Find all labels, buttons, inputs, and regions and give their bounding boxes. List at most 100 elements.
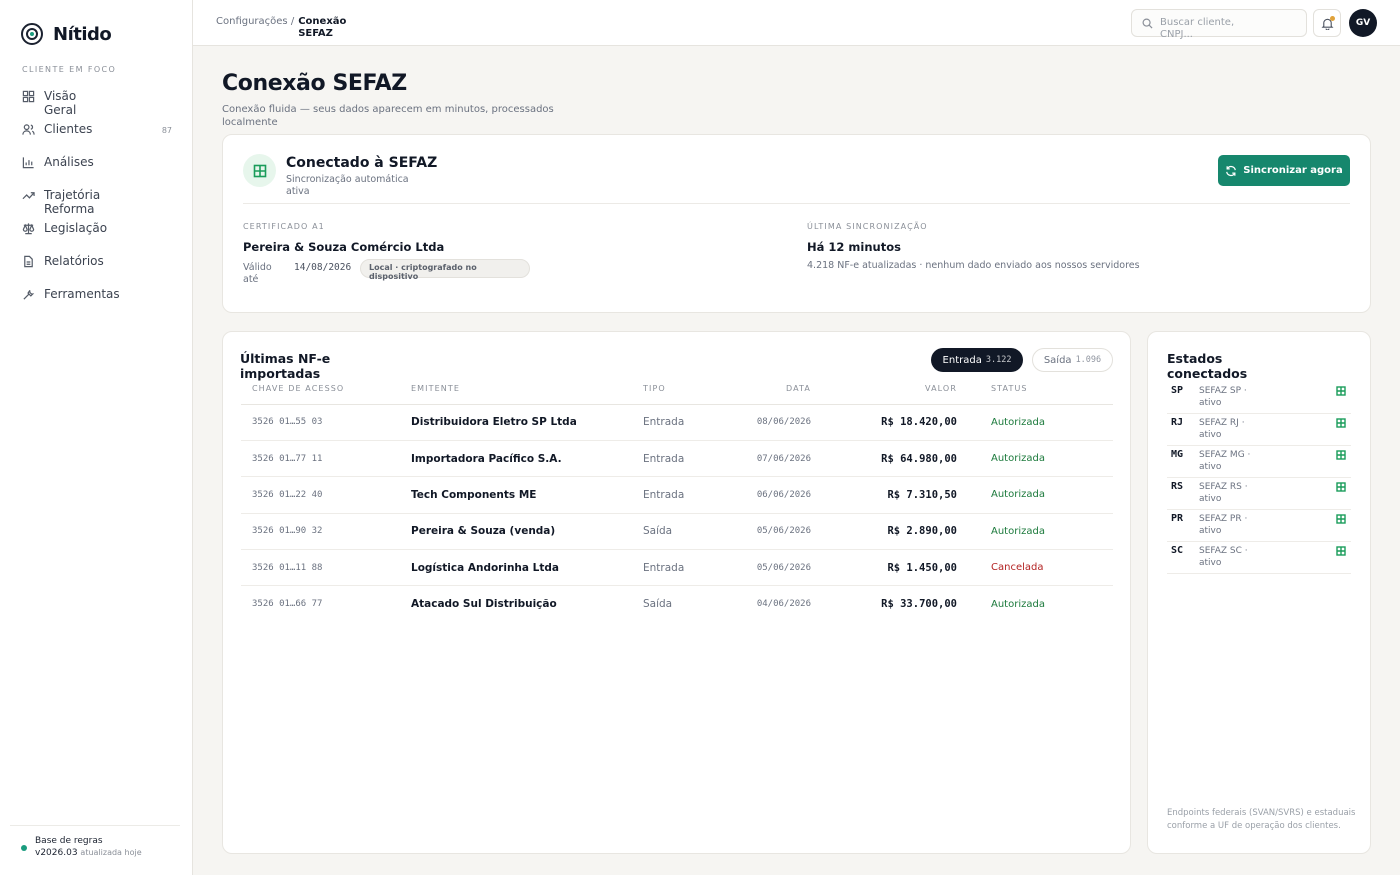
valid-until-date: 14/08/2026 <box>294 262 352 273</box>
sidebar: Nítido CLIENTE EM FOCO Visão Geral Clien… <box>0 0 193 875</box>
tab-entrada[interactable]: Entrada 3.122 <box>931 348 1023 372</box>
sidebar-item-analises[interactable]: Análises <box>22 155 172 169</box>
column-header[interactable]: STATUS <box>968 378 1113 405</box>
type-cell: Entrada <box>632 476 742 514</box>
table-row[interactable]: 3526 01…90 32 Pereira & Souza (venda) Saíd… <box>241 513 1113 551</box>
column-header[interactable]: EMITENTE <box>400 378 632 405</box>
sidebar-item-visao-geral[interactable]: Visão Geral <box>22 89 172 117</box>
sidebar-item-label: Relatórios <box>44 254 104 268</box>
table-header-row: CHAVE DE ACESSO EMITENTE TIPO DATA VALOR… <box>241 378 1113 405</box>
status-cell: Autorizada <box>968 404 1113 441</box>
bar-chart-icon <box>22 157 34 169</box>
sync-now-button[interactable]: Sincronizar agora <box>1218 155 1350 186</box>
sidebar-item-trajetoria-reforma[interactable]: Trajetória Reforma <box>22 188 172 216</box>
states-footnote: Endpoints federais (SVAN/SVRS) e estadua… <box>1167 808 1356 831</box>
user-avatar[interactable]: GV <box>1349 9 1377 37</box>
page-title: Conexão SEFAZ <box>222 71 407 96</box>
connected-grid-icon <box>1336 418 1346 428</box>
type-cell: Entrada <box>632 549 742 587</box>
app-logo[interactable]: Nítido <box>21 23 112 45</box>
search-box[interactable]: Buscar cliente, CNPJ... <box>1131 9 1307 40</box>
sefaz-connection-card: Conectado à SEFAZ Sincronização automáti… <box>222 134 1371 313</box>
connected-grid-icon <box>253 164 266 177</box>
value-cell: R$ 7.310,50 <box>822 476 968 514</box>
state-row: RJ SEFAZ RJ · ativo <box>1167 414 1351 446</box>
access-key-cell: 3526 01…55 03 <box>241 404 400 441</box>
states-card-title: Estados conectados <box>1167 351 1248 381</box>
table-row[interactable]: 3526 01…66 77 Atacado Sul Distribuição Saí… <box>241 586 1113 622</box>
state-name: SEFAZ RJ · ativo <box>1199 418 1245 440</box>
last-sync-value: Há 12 minutos <box>807 240 901 254</box>
connected-states-card: Estados conectados SP SEFAZ SP · ativo RJ S… <box>1147 331 1371 854</box>
page-subtitle: Conexão fluida — seus dados aparecem em … <box>222 104 554 128</box>
nfe-card-title: Últimas NF-e importadas <box>240 351 331 381</box>
connected-badge <box>243 154 276 187</box>
date-cell: 07/06/2026 <box>742 440 822 478</box>
column-header[interactable]: CHAVE DE ACESSO <box>241 378 400 405</box>
state-name: SEFAZ SP · ativo <box>1199 386 1247 408</box>
certificate-label: CERTIFICADO A1 <box>243 222 325 231</box>
access-key-cell: 3526 01…77 11 <box>241 440 400 478</box>
type-cell: Entrada <box>632 440 742 478</box>
connection-subtitle: Sincronização automática ativa <box>286 174 409 197</box>
valid-until-label: Válido até <box>243 262 272 285</box>
last-sync-label: ÚLTIMA SINCRONIZAÇÃO <box>807 222 928 231</box>
value-cell: R$ 33.700,00 <box>881 598 957 611</box>
table-row[interactable]: 3526 01…22 40 Tech Components ME Entrada 06… <box>241 476 1113 514</box>
breadcrumb-current: Conexão SEFAZ <box>298 16 347 39</box>
wrench-icon <box>23 289 35 300</box>
state-row: MG SEFAZ MG · ativo <box>1167 446 1351 478</box>
state-row: PR SEFAZ PR · ativo <box>1167 510 1351 542</box>
breadcrumb: Configurações / Conexão SEFAZ <box>216 16 348 40</box>
emitter-cell: Atacado Sul Distribuição <box>411 598 557 611</box>
type-cell: Saída <box>632 513 742 551</box>
sidebar-item-label: Análises <box>44 155 94 169</box>
sidebar-item-legislacao[interactable]: Legislação <box>22 221 172 235</box>
breadcrumb-parent[interactable]: Configurações / <box>216 16 294 40</box>
grid-icon <box>22 90 35 103</box>
file-icon <box>24 255 33 268</box>
state-code: RJ <box>1171 417 1184 428</box>
state-code: MG <box>1171 449 1184 460</box>
sidebar-item-ferramentas[interactable]: Ferramentas <box>22 287 172 301</box>
date-cell: 06/06/2026 <box>742 476 822 514</box>
access-key-cell: 3526 01…22 40 <box>241 476 400 514</box>
column-header[interactable]: TIPO <box>632 378 742 405</box>
emitter-cell: Distribuidora Eletro SP Ltda <box>400 404 632 441</box>
rules-version-status: Base de regras v2026.03 atualizada hoje <box>10 825 180 858</box>
logo-icon <box>21 23 43 45</box>
state-name: SEFAZ PR · ativo <box>1199 514 1248 536</box>
sidebar-item-relatorios[interactable]: Relatórios <box>22 254 172 268</box>
search-placeholder: Buscar cliente, CNPJ... <box>1160 17 1235 40</box>
sidebar-item-label: Trajetória Reforma <box>44 188 101 216</box>
nfe-table: CHAVE DE ACESSO EMITENTE TIPO DATA VALOR… <box>241 378 1113 622</box>
value-cell: R$ 64.980,00 <box>822 440 968 478</box>
state-name: SEFAZ SC · ativo <box>1199 546 1248 568</box>
status-cell: Autorizada <box>968 513 1113 551</box>
column-header[interactable]: VALOR <box>822 378 968 405</box>
status-cell: Autorizada <box>968 476 1113 514</box>
state-code: SC <box>1171 545 1184 556</box>
state-code: PR <box>1171 513 1184 524</box>
sidebar-item-label: Ferramentas <box>44 287 120 301</box>
rules-update-status: atualizada hoje <box>80 848 142 857</box>
table-row[interactable]: 3526 01…77 11 Importadora Pacífico S.A. En… <box>241 440 1113 478</box>
trend-icon <box>22 192 35 200</box>
status-cell: Autorizada <box>968 440 1113 478</box>
sidebar-item-clientes[interactable]: Clientes 87 <box>22 122 172 136</box>
table-row[interactable]: 3526 01…11 88 Logística Andorinha Ltda Ent… <box>241 549 1113 587</box>
sidebar-item-label: Visão Geral <box>44 89 77 117</box>
column-header[interactable]: DATA <box>742 378 822 405</box>
access-key-cell: 3526 01…66 77 <box>252 599 323 610</box>
type-cell: Entrada <box>632 404 742 441</box>
last-sync-meta: 4.218 NF-e atualizadas · nenhum dado env… <box>807 260 1140 271</box>
notifications-button[interactable] <box>1313 9 1341 37</box>
access-key-cell: 3526 01…90 32 <box>241 513 400 551</box>
emitter-cell: Importadora Pacífico S.A. <box>400 440 632 478</box>
tab-saida[interactable]: Saída 1.096 <box>1032 348 1113 372</box>
table-row[interactable]: 3526 01…55 03 Distribuidora Eletro SP Ltd… <box>241 404 1113 441</box>
sidebar-item-label: Clientes <box>44 122 93 136</box>
divider <box>243 203 1350 204</box>
emitter-cell: Logística Andorinha Ltda <box>400 549 632 587</box>
state-row: SC SEFAZ SC · ativo <box>1167 542 1351 574</box>
